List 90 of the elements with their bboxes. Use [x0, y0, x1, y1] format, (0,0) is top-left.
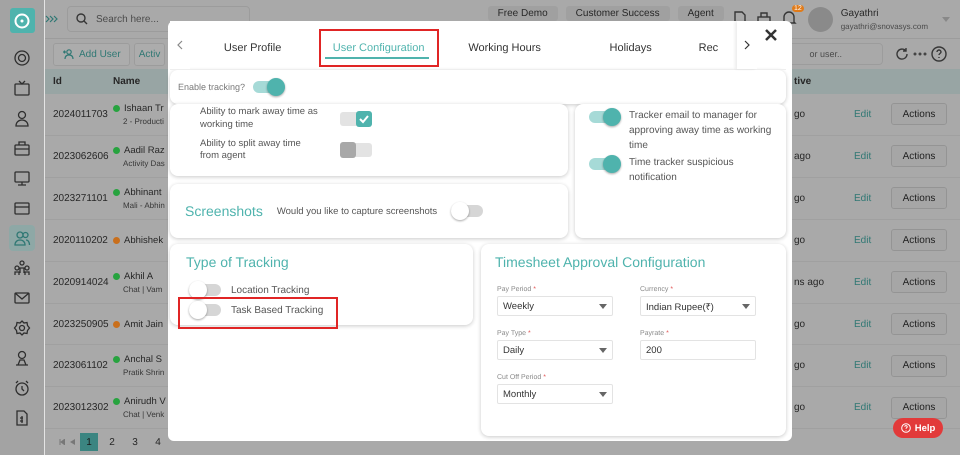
user-detail: Mali - Abhin: [122, 200, 165, 210]
user-name: Aadil Raz: [124, 144, 165, 156]
user-detail: Chat | Venk: [122, 410, 164, 420]
user-name: Abhishek: [124, 234, 164, 246]
toggle-switch[interactable]: [189, 281, 221, 299]
actions-button[interactable]: Actions: [891, 145, 947, 168]
tab[interactable]: Holidays: [570, 29, 691, 67]
actions-button[interactable]: Actions: [891, 354, 947, 377]
help-button[interactable]: Help: [893, 418, 943, 438]
user-detail: Pratik Shrin: [122, 368, 164, 378]
actions-button[interactable]: Actions: [891, 313, 947, 335]
table-cell-text: ns ago: [794, 276, 826, 288]
refresh-icon[interactable]: [895, 47, 909, 62]
setting-label: Location Tracking: [231, 284, 310, 296]
more-icon[interactable]: [913, 52, 927, 56]
toggle-switch[interactable]: [451, 202, 484, 220]
select-field[interactable]: Monthly: [497, 384, 613, 404]
actions-button[interactable]: Actions: [891, 229, 947, 252]
section-title: Type of Tracking: [186, 254, 290, 270]
table-cell-text: go: [794, 360, 806, 372]
user-detail: Activity Das: [122, 158, 165, 168]
tab[interactable]: Working Hours: [444, 29, 565, 67]
toggle-switch[interactable]: [589, 155, 621, 173]
user-name: Ishaan Tr: [124, 102, 164, 114]
user-detail: Chat | Vam: [122, 284, 162, 294]
checkbox-switch[interactable]: [340, 110, 372, 127]
dropdown-icon: [599, 304, 607, 308]
user-name: Akhil A: [124, 270, 154, 282]
checkbox-switch[interactable]: [340, 142, 372, 158]
table-cell-text: 2024011703: [53, 108, 109, 120]
help-icon[interactable]: [931, 46, 947, 62]
search-icon: [76, 13, 88, 26]
setting-label: Ability to split away time from agent: [200, 138, 302, 164]
toggle-switch[interactable]: [589, 108, 621, 126]
select-field[interactable]: Weekly: [497, 296, 613, 316]
setting-label: Enable tracking?: [178, 82, 246, 92]
table-cell-text: 2023061102: [53, 360, 109, 372]
setting-label: Would you like to capture screenshots: [276, 206, 438, 216]
user-name: Gayathri: [840, 8, 880, 19]
chevron-right-icon: [744, 40, 750, 50]
user-name: Anirudh V: [124, 396, 166, 408]
column-header[interactable]: Id: [53, 76, 113, 87]
setting-label: Tracker email to manager for approving away time as working time: [629, 109, 772, 153]
actions-button[interactable]: Actions: [891, 396, 947, 419]
page-button[interactable]: 1: [80, 433, 98, 452]
user-email: gayathri@snovasys.com: [840, 22, 928, 31]
table-cell-text: 2023250905: [53, 318, 110, 330]
input-field[interactable]: 200: [640, 340, 756, 360]
setting-label: Task Based Tracking: [231, 304, 324, 316]
help-icon: [900, 423, 911, 433]
toggle-switch[interactable]: [253, 78, 286, 96]
table-cell-text: 2023012302: [53, 402, 110, 414]
setting-label: Ability to mark away time as working time: [200, 106, 318, 132]
select-field[interactable]: Daily: [497, 340, 613, 360]
table-cell-text: 2020110202: [53, 234, 109, 246]
user-name: Amit Jain: [124, 318, 164, 330]
table-cell-text: 2023062606: [53, 150, 110, 162]
table-cell-text: go: [794, 402, 806, 414]
actions-button[interactable]: Actions: [891, 103, 947, 126]
section-title: Screenshots: [185, 203, 263, 219]
select-field[interactable]: Indian Rupee(₹): [640, 296, 756, 316]
actions-button[interactable]: Actions: [891, 271, 947, 294]
table-cell-text: go: [794, 234, 806, 246]
dropdown-icon: [599, 392, 607, 396]
user-detail: 2 - Producti: [122, 116, 164, 126]
header-button[interactable]: Agent: [678, 6, 724, 21]
toggle-switch[interactable]: [189, 301, 221, 319]
close-icon: [765, 29, 778, 41]
table-cell-text: 2023271101: [53, 192, 109, 204]
page-button[interactable]: 2: [103, 433, 121, 452]
dropdown-icon: [742, 304, 750, 308]
tab[interactable]: Rec: [696, 29, 733, 67]
setting-label: Time tracker suspicious notification: [629, 156, 735, 185]
add-user-icon: [62, 49, 74, 60]
header-button[interactable]: Customer Success: [566, 6, 670, 21]
page-button[interactable]: 4: [149, 433, 167, 452]
table-cell-text: ago: [794, 150, 812, 162]
user-name: Abhinant: [124, 186, 162, 198]
user-name: Anchal S: [124, 354, 162, 366]
dropdown-icon: [599, 348, 607, 352]
chevron-left-icon: [176, 40, 183, 50]
column-header[interactable]: tive: [794, 76, 854, 87]
actions-button[interactable]: Actions: [891, 187, 947, 210]
page-button[interactable]: 3: [126, 433, 144, 452]
table-cell-text: go: [794, 192, 806, 204]
section-title: Timesheet Approval Configuration: [495, 254, 706, 270]
table-cell-text: go: [794, 108, 806, 120]
table-cell-text: 2020914024: [53, 276, 110, 288]
table-cell-text: go: [794, 318, 806, 330]
header-button[interactable]: Free Demo: [488, 6, 558, 21]
